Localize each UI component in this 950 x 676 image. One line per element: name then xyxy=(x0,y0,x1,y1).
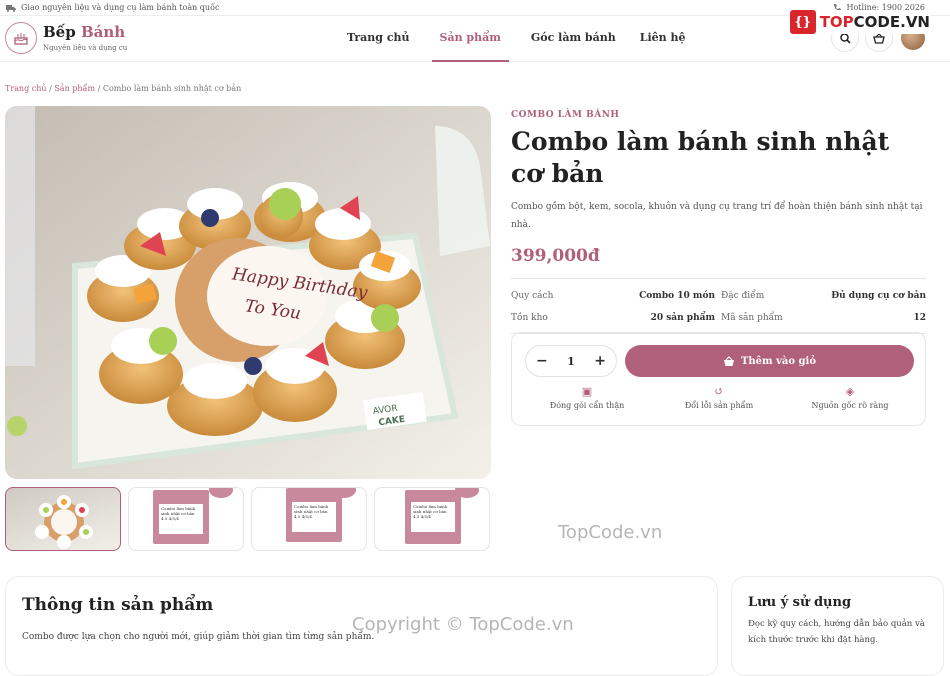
search-icon xyxy=(839,32,851,44)
spec-row: Tồn kho 20 sản phẩm Mã sản phẩm 12 xyxy=(511,307,926,329)
basket-icon xyxy=(723,355,734,366)
spec-label: Quy cách xyxy=(511,291,554,301)
watermark-center: TopCode.vn xyxy=(558,522,663,543)
product-info: COMBO LÀM BÁNH Combo làm bánh sinh nhật … xyxy=(511,110,926,334)
product-price: 399,000đ xyxy=(511,246,600,266)
gift-icon: ▣ xyxy=(581,385,593,398)
nav-baking-corner[interactable]: Góc làm bánh xyxy=(529,16,618,62)
breadcrumb-current: Combo làm bánh sinh nhật cơ bản xyxy=(102,84,242,93)
quantity-stepper: − 1 + xyxy=(525,345,617,377)
spec-label: Mã sản phẩm xyxy=(721,313,783,323)
truck-icon xyxy=(6,4,16,12)
product-main-image[interactable]: AVOR CAKE Happy Birthday To You xyxy=(5,106,491,479)
feature-packaging: ▣ Đóng gói cẩn thận xyxy=(532,385,642,410)
section-title: Lưu ý sử dụng xyxy=(748,595,852,610)
breadcrumb: Trang chủ / Sản phẩm / Combo làm bánh si… xyxy=(5,84,242,93)
quantity-value[interactable]: 1 xyxy=(567,355,575,368)
breadcrumb-home[interactable]: Trang chủ xyxy=(5,84,47,93)
spec-value: 12 xyxy=(913,313,926,323)
breadcrumb-products[interactable]: Sản phẩm xyxy=(54,84,95,93)
refresh-icon: ↺ xyxy=(714,385,724,398)
spec-value: Combo 10 món xyxy=(639,291,715,301)
nav-contact[interactable]: Liên hệ xyxy=(638,16,688,62)
product-title: Combo làm bánh sinh nhật cơ bản xyxy=(511,127,890,188)
purchase-box: − 1 + Thêm vào giỏ ▣ Đóng gói cẩn thận ↺… xyxy=(511,332,926,426)
cake-icon xyxy=(5,22,37,54)
nav-home[interactable]: Trang chủ xyxy=(345,16,412,62)
watermark-logo: {} TOPCODE.VN xyxy=(789,10,930,34)
quantity-increase-button[interactable]: + xyxy=(594,353,606,369)
feature-return: ↺ Đổi lỗi sản phẩm xyxy=(664,385,774,410)
quantity-decrease-button[interactable]: − xyxy=(536,353,548,369)
main-nav: Trang chủ Sản phẩm Góc làm bánh Liên hệ xyxy=(345,16,688,62)
watermark-bottom: Copyright © TopCode.vn xyxy=(352,614,574,635)
spec-label: Tồn kho xyxy=(511,313,548,323)
cake-illustration: AVOR CAKE Happy Birthday To You xyxy=(5,106,491,479)
add-to-cart-label: Thêm vào giỏ xyxy=(740,355,817,367)
shipping-notice: Giao nguyên liệu và dụng cụ làm bánh toà… xyxy=(6,3,219,12)
watermark-logo-mark: {} xyxy=(789,10,816,34)
thumbnail-4[interactable]: Combo làm bánh sinh nhật cơ bản 4.5 4/5/4 xyxy=(374,487,490,551)
thumbnail-strip: Combo làm bánh sinh nhật cơ bản 4.5 4/5/4 … xyxy=(5,487,490,551)
section-text: Đọc kỹ quy cách, hướng dẫn bảo quản và k… xyxy=(748,619,925,645)
thumbnail-2[interactable]: Combo làm bánh sinh nhật cơ bản 4.5 4/5/4 xyxy=(128,487,244,551)
spec-value: Đủ dụng cụ cơ bản xyxy=(831,291,926,301)
add-to-cart-button[interactable]: Thêm vào giỏ xyxy=(625,345,914,377)
spec-row: Quy cách Combo 10 món Đặc điểm Đủ dụng c… xyxy=(511,285,926,307)
thumbnail-3[interactable]: Combo làm bánh sinh nhật cơ bản 4.5 4/5/4 xyxy=(251,487,367,551)
brand-name: Bếp Bánh xyxy=(43,23,126,41)
shield-icon: ◈ xyxy=(845,385,855,398)
spec-value: 20 sản phẩm xyxy=(650,313,715,323)
basket-icon xyxy=(873,32,885,44)
nav-products[interactable]: Sản phẩm xyxy=(431,16,509,62)
product-category[interactable]: COMBO LÀM BÁNH xyxy=(511,110,926,120)
spec-label: Đặc điểm xyxy=(721,291,765,301)
product-description: Combo gồm bột, kem, socola, khuôn và dụn… xyxy=(511,202,923,230)
shipping-text: Giao nguyên liệu và dụng cụ làm bánh toà… xyxy=(21,3,220,12)
thumbnail-1[interactable] xyxy=(5,487,121,551)
product-specs: Quy cách Combo 10 món Đặc điểm Đủ dụng c… xyxy=(511,278,926,334)
feature-origin: ◈ Nguồn gốc rõ ràng xyxy=(795,385,905,410)
usage-notes-section: Lưu ý sử dụng Đọc kỹ quy cách, hướng dẫn… xyxy=(731,576,944,676)
brand-tagline: Nguyên liệu và dụng cụ xyxy=(43,44,128,52)
brand-logo[interactable]: Bếp Bánh Nguyên liệu và dụng cụ xyxy=(5,22,127,54)
watermark-logo-text: TOPCODE.VN xyxy=(819,13,930,31)
site-header: Bếp Bánh Nguyên liệu và dụng cụ Trang ch… xyxy=(0,10,950,62)
section-title: Thông tin sản phẩm xyxy=(22,595,214,615)
